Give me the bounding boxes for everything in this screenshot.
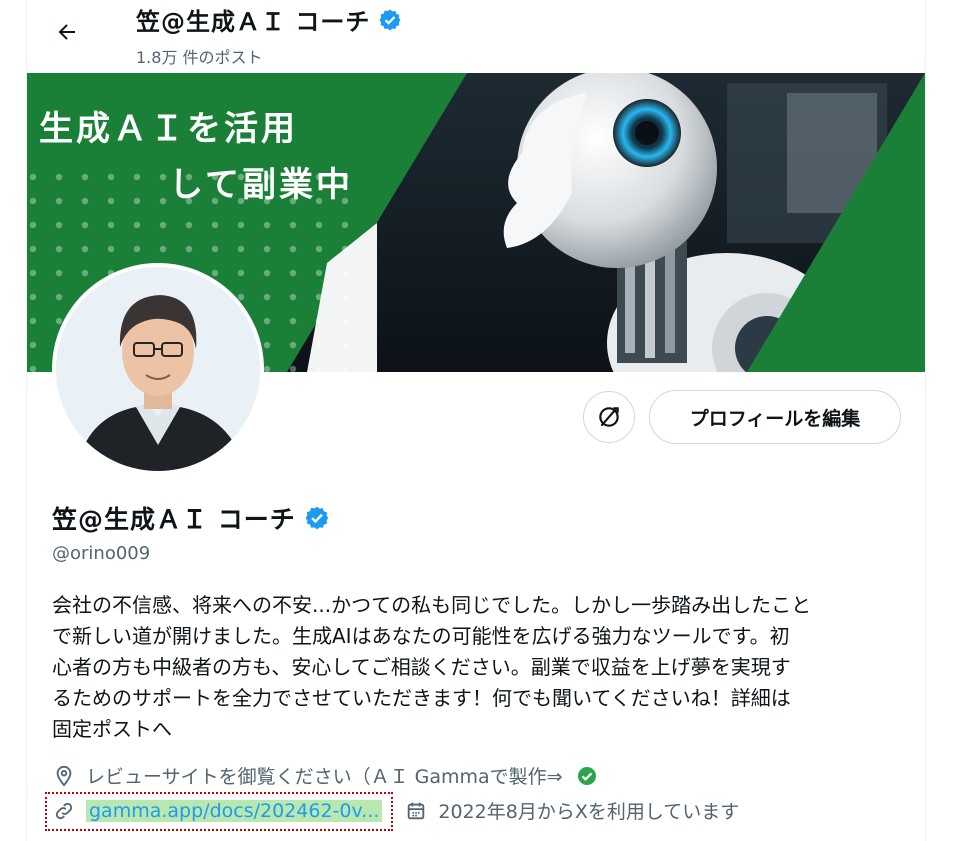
post-count: 1.8万 件のポスト — [136, 48, 263, 67]
profile-name-text: 笠@生成ＡＩ コーチ — [52, 505, 296, 534]
profile-bio: 会社の不信感、将来への不安...かつての私も同じでした。しかし一歩踏み出したこと… — [52, 593, 812, 741]
edit-profile-button[interactable]: プロフィールを編集 — [649, 390, 901, 444]
calendar-icon — [404, 799, 428, 823]
banner-text-line1: 生成ＡＩを活用 — [39, 109, 298, 149]
right-border — [925, 0, 926, 841]
arrow-left-icon — [58, 24, 75, 40]
location-pin-icon — [52, 764, 76, 788]
link-joined-row: gamma.app/docs/202462-0v... 2022年8月からXを利… — [52, 797, 739, 824]
profile-avatar[interactable] — [52, 263, 264, 475]
verified-badge-icon — [379, 9, 401, 30]
refresh-toggle-button[interactable] — [583, 391, 635, 443]
header-name-text: 笠@生成ＡＩ コーチ — [136, 8, 371, 36]
header-title: 笠@生成ＡＩ コーチ — [136, 2, 402, 37]
link-icon — [52, 799, 76, 823]
location-text: レビューサイトを御覧ください（ＡＩ Gammaで製作⇒ — [86, 766, 563, 788]
banner-text-line2: して副業中 — [169, 165, 353, 205]
location-row: レビューサイトを御覧ください（ＡＩ Gammaで製作⇒ — [52, 762, 597, 789]
profile-name: 笠@生成ＡＩ コーチ — [52, 500, 330, 536]
avatar-photo — [56, 267, 260, 471]
profile-handle: @orino009 — [52, 543, 151, 564]
green-check-icon — [577, 766, 597, 786]
profile-header: 笠@生成ＡＩ コーチ 1.8万 件のポスト — [27, 0, 925, 72]
profile-link[interactable]: gamma.app/docs/202462-0v... — [86, 799, 383, 822]
verified-badge-icon[interactable] — [304, 505, 330, 531]
back-button[interactable] — [49, 14, 85, 50]
joined-date: 2022年8月からXを利用しています — [438, 801, 740, 823]
no-refresh-icon — [599, 407, 619, 427]
